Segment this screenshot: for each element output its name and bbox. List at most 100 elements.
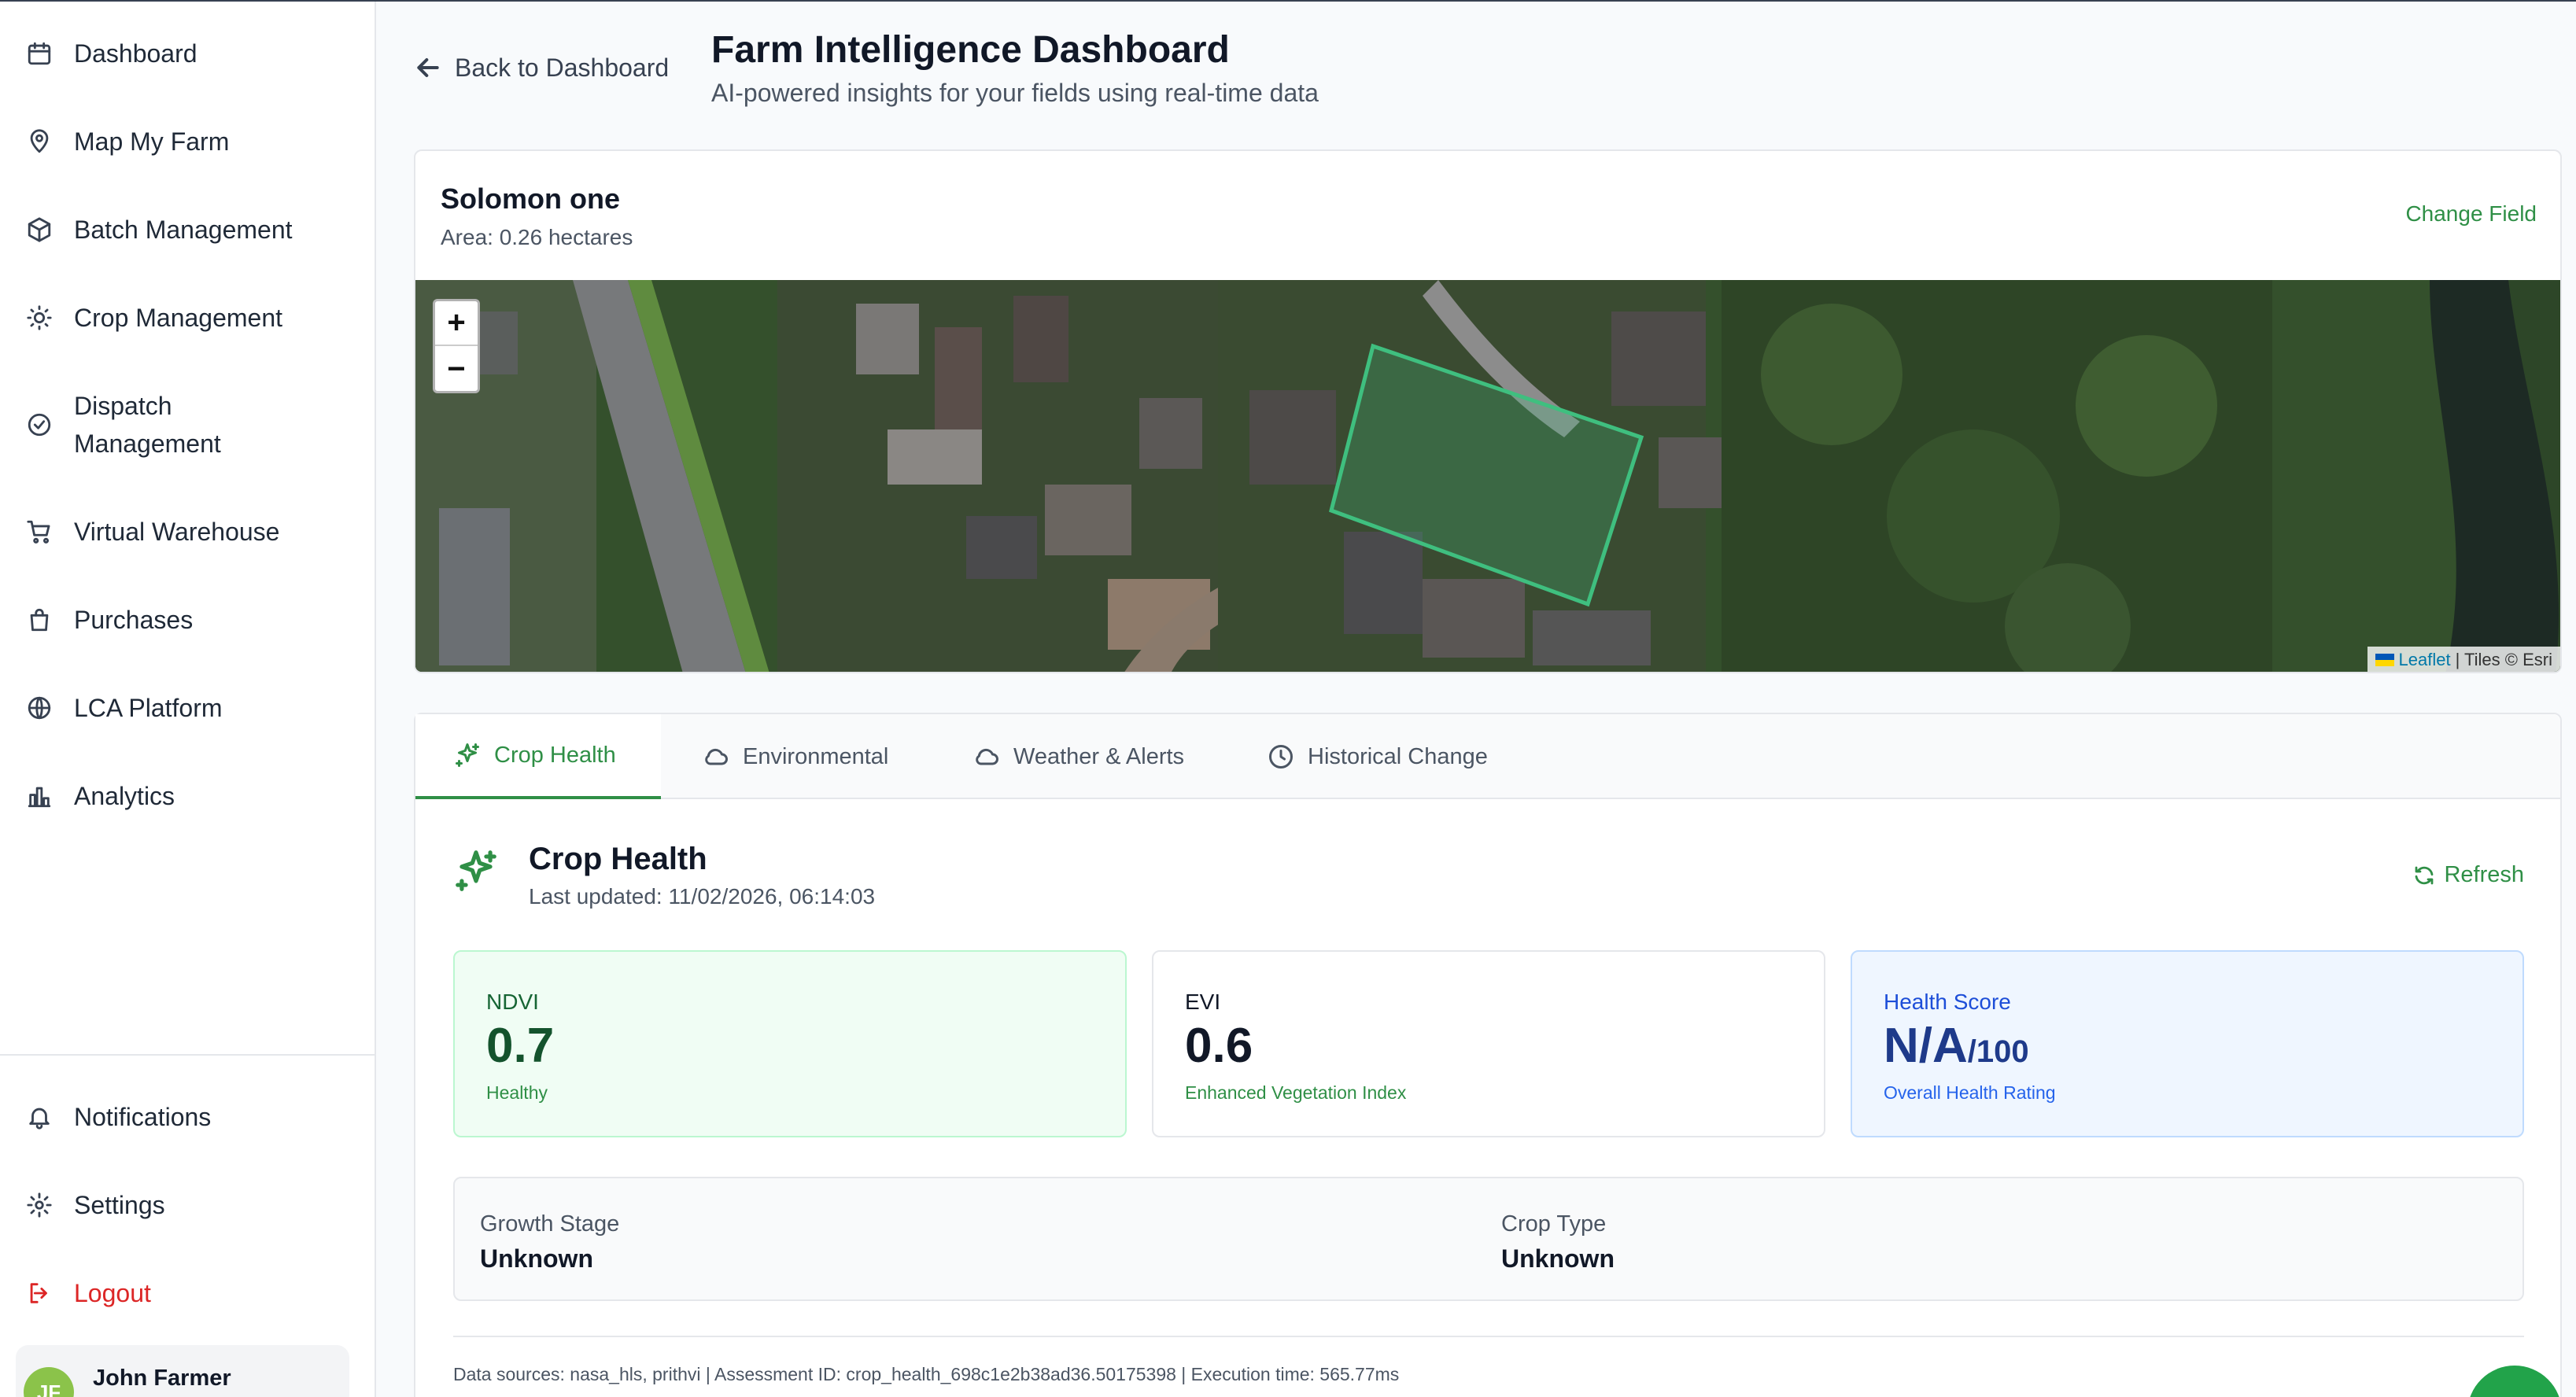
sidebar-item-label: Settings [74,1190,165,1219]
logout-button[interactable]: Logout [24,1277,151,1309]
tab-bar: Crop Health Environmental Weather & Aler… [415,714,2560,799]
gear-icon [24,1189,55,1221]
sidebar-item-map-my-farm[interactable]: Map My Farm [24,126,229,157]
health-score-card: Health Score N/A/100 Overall Health Rati… [1851,950,2524,1137]
map-pin-icon [24,126,55,157]
sidebar-item-virtual-warehouse[interactable]: Virtual Warehouse [24,516,279,547]
tab-environmental[interactable]: Environmental [702,714,888,799]
ukraine-flag-icon [2375,654,2394,666]
crop-type-label: Crop Type [1501,1211,1607,1237]
sidebar-item-label: Analytics [74,781,175,810]
health-score-description: Overall Health Rating [1884,1082,2056,1103]
sparkles-icon [456,743,479,767]
sidebar-divider [0,1054,375,1056]
growth-stage-label: Growth Stage [480,1211,620,1237]
refresh-icon [2415,866,2434,884]
health-score-value: N/A/100 [1884,1018,2029,1074]
clock-icon [1269,745,1293,769]
zoom-in-button[interactable]: + [435,301,478,346]
cloud-icon [976,748,998,765]
ndvi-label: NDVI [486,990,539,1014]
field-area: Area: 0.26 hectares [441,225,633,249]
leaflet-label: Leaflet [2398,650,2451,669]
footer-divider [453,1336,2524,1337]
bell-icon [24,1101,55,1133]
ndvi-value: 0.7 [486,1019,555,1073]
field-card: Solomon one Area: 0.26 hectares Change F… [414,149,2562,673]
sidebar-item-crop-management[interactable]: Crop Management [24,302,282,334]
tab-label: Weather & Alerts [1013,743,1185,769]
sidebar-item-analytics[interactable]: Analytics [24,780,175,812]
tiles-attribution: | Tiles © Esri [2455,650,2552,669]
globe-icon [24,692,55,724]
refresh-label: Refresh [2444,862,2524,887]
sparkles-icon [452,846,500,895]
change-field-button[interactable]: Change Field [2405,201,2537,227]
back-to-dashboard-link[interactable]: Back to Dashboard [412,52,669,83]
calendar-icon [24,38,55,69]
growth-stage-value: Unknown [480,1244,593,1273]
sidebar-item-purchases[interactable]: Purchases [24,604,193,636]
sidebar-item-label: Notifications [74,1102,212,1131]
sidebar-item-batch-management[interactable]: Batch Management [24,214,293,245]
health-score-denominator: /100 [1967,1034,2029,1069]
sidebar-item-dashboard[interactable]: Dashboard [24,38,197,69]
section-title: Crop Health [529,842,707,876]
page-title: Farm Intelligence Dashboard [711,29,1230,71]
map-attribution: Leaflet | Tiles © Esri [2367,647,2560,672]
sidebar-item-label: Dashboard [74,39,197,68]
field-name: Solomon one [441,182,620,215]
sidebar-item-label: Batch Management [74,215,293,244]
field-map[interactable]: + − Leaflet | Tiles © Esri [415,280,2560,672]
arrow-left-icon [417,58,439,77]
refresh-button[interactable]: Refresh [2412,862,2524,888]
tab-label: Crop Health [494,742,616,768]
sidebar-item-label: Virtual Warehouse [74,517,280,546]
sun-icon [24,302,55,334]
sidebar-item-settings[interactable]: Settings [24,1189,165,1221]
shopping-bag-icon [24,604,55,636]
health-score-number: N/A [1884,1019,1968,1073]
user-profile[interactable]: JF John Farmer [16,1345,349,1397]
cloud-icon [705,748,728,765]
sidebar-item-label: Crop Management [74,303,283,332]
page-subtitle: AI-powered insights for your fields usin… [711,79,1319,107]
logout-icon [24,1277,55,1309]
crop-type-value: Unknown [1501,1244,1615,1273]
sidebar-item-label: Map My Farm [74,127,230,156]
tab-historical-change[interactable]: Historical Change [1267,714,1488,799]
sidebar-item-label: Logout [74,1278,151,1307]
tab-label: Environmental [743,743,889,769]
crop-info-row: Growth Stage Unknown Crop Type Unknown [453,1177,2524,1301]
sidebar-item-label: Dispatch Management [74,392,221,458]
tab-label: Historical Change [1308,743,1488,769]
insights-panel: Crop Health Environmental Weather & Aler… [414,713,2562,1397]
cart-icon [24,516,55,547]
sidebar-item-dispatch-management[interactable]: Dispatch Management [24,387,279,463]
zoom-control: + − [433,299,480,393]
evi-description: Enhanced Vegetation Index [1185,1082,1407,1103]
sidebar-item-label: Purchases [74,605,194,634]
sidebar-item-label: LCA Platform [74,693,223,722]
tab-crop-health[interactable]: Crop Health [415,714,661,799]
package-icon [24,214,55,245]
tab-weather-alerts[interactable]: Weather & Alerts [972,714,1184,799]
sidebar-item-lca-platform[interactable]: LCA Platform [24,692,223,724]
evi-value: 0.6 [1185,1019,1253,1073]
sidebar: Dashboard Map My Farm Batch Management C… [0,2,376,1397]
avatar: JF [24,1367,74,1397]
bar-chart-icon [24,780,55,812]
sidebar-item-notifications[interactable]: Notifications [24,1101,211,1133]
ndvi-card: NDVI 0.7 Healthy [453,950,1127,1137]
back-link-label: Back to Dashboard [455,53,670,82]
satellite-imagery [415,280,2560,672]
leaflet-link[interactable]: Leaflet [2375,650,2451,670]
evi-label: EVI [1185,990,1221,1014]
user-name: John Farmer [93,1366,231,1391]
check-circle-icon [24,409,55,440]
evi-card: EVI 0.6 Enhanced Vegetation Index [1152,950,1825,1137]
last-updated: Last updated: 11/02/2026, 06:14:03 [529,884,876,909]
ndvi-status: Healthy [486,1082,548,1103]
data-sources-footer: Data sources: nasa_hls, prithvi | Assess… [453,1364,1400,1384]
zoom-out-button[interactable]: − [435,347,478,392]
